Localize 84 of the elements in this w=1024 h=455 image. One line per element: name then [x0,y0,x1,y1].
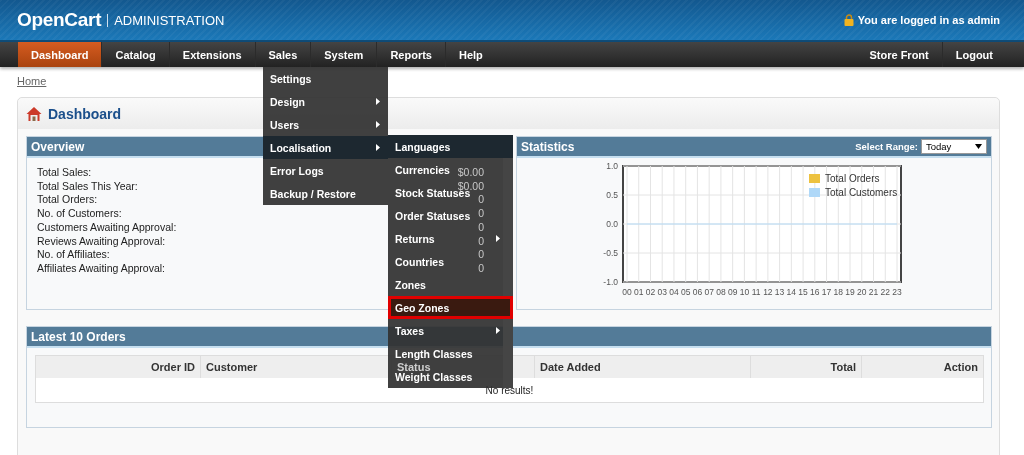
x-tick-label: 04 [669,287,679,297]
x-tick-label: 02 [645,287,656,297]
menu-item[interactable]: Users [270,118,300,131]
x-tick-label: 22 [880,287,890,297]
menu-item[interactable]: Returns [395,232,435,245]
panel-title: Latest 10 Orders [31,329,126,344]
legend-label: Total Customers [825,187,898,198]
x-tick-label: 18 [833,287,844,297]
menu-item[interactable]: Length Classes [395,347,473,360]
column-header: Order ID [151,361,195,373]
x-tick-label: 10 [739,287,750,297]
stat-value: $0.00 [457,166,484,180]
column-header: Action [943,361,978,373]
menu-item[interactable]: Zones [395,278,426,291]
column-header: Status [397,361,431,373]
stat-value: 0 [478,248,484,262]
y-tick-label: 0.0 [606,219,618,229]
stat-label: Total Orders: [37,193,98,208]
column-header: Date Added [540,361,601,373]
x-tick-label: 14 [786,287,797,297]
stat-label: Customers Awaiting Approval: [37,220,177,235]
x-tick-label: 06 [692,287,703,297]
stat-label: Total Sales: [37,166,92,180]
x-tick-label: 12 [763,287,773,297]
x-tick-label: 23 [892,287,902,297]
lock-icon [843,14,854,26]
stat-label: Total Sales This Year: [37,179,138,194]
menu-item[interactable]: Backup / Restore [270,187,356,200]
x-tick-label: 17 [821,287,832,297]
home-icon [26,105,42,122]
x-tick-label: 09 [727,287,738,297]
logo-text: OpenCart [17,9,102,31]
stat-value: 0 [478,207,484,221]
x-tick-label: 08 [716,287,726,297]
menu-item[interactable]: Design [270,95,305,108]
admin-subtitle: ADMINISTRATION [114,12,225,28]
x-tick-label: 13 [774,287,785,297]
y-tick-label: 0.5 [606,190,618,200]
menu-item[interactable]: Countries [395,255,444,268]
menu-item[interactable]: Order Statuses [395,209,471,222]
menu-tab[interactable]: Dashboard [18,42,103,67]
panel-title: Statistics [521,139,575,154]
panel-title: Overview [31,139,85,154]
legend-label: Total Orders [825,173,880,184]
column-header: Total [830,361,856,373]
breadcrumb-link[interactable]: Home [17,75,47,87]
x-tick-label: 05 [680,287,691,297]
x-tick-label: 03 [657,287,667,297]
stat-label: Affiliates Awaiting Approval: [37,261,166,276]
page-title: Dashboard [48,105,122,122]
x-tick-label: 07 [704,287,714,297]
menu-item[interactable]: Taxes [395,324,424,337]
stat-value: 0 [478,220,484,235]
x-tick-label: 21 [868,287,879,297]
menu-item[interactable]: Settings [270,72,312,85]
stat-value: 0 [478,234,484,249]
x-tick-label: 19 [845,287,855,297]
x-tick-label: 11 [751,287,761,297]
stat-label: Reviews Awaiting Approval: [37,234,166,249]
x-tick-label: 00 [622,287,632,297]
stat-value: 0 [478,193,484,208]
y-tick-label: -0.5 [603,248,618,258]
menu-link[interactable]: Logout [942,42,1006,67]
column-header: Customer [206,361,258,373]
menu-tab[interactable]: Catalog [102,42,170,67]
menu-item[interactable]: Error Logs [270,164,324,177]
x-tick-label: 15 [798,287,808,297]
login-status-text: You are logged in as admin [857,14,1000,26]
stat-label: No. of Customers: [37,207,122,221]
stat-value: 0 [478,261,484,276]
dropdown-caret-icon [975,144,982,149]
menu-item[interactable]: Currencies [395,163,450,176]
range-select[interactable]: Today [921,139,987,154]
y-tick-label: -1.0 [603,277,618,287]
menu-link[interactable]: Store Front [856,42,943,67]
stat-label: No. of Affiliates: [37,248,110,262]
x-tick-label: 16 [810,287,820,297]
menu-tab[interactable]: Extensions [169,42,256,67]
menu-item[interactable]: Weight Classes [395,370,473,383]
range-label: Select Range: [855,141,918,152]
menu-tab[interactable]: Help [445,42,496,67]
x-tick-label: 20 [857,287,867,297]
x-tick-label: 01 [634,287,644,297]
y-tick-label: 1.0 [606,161,618,171]
